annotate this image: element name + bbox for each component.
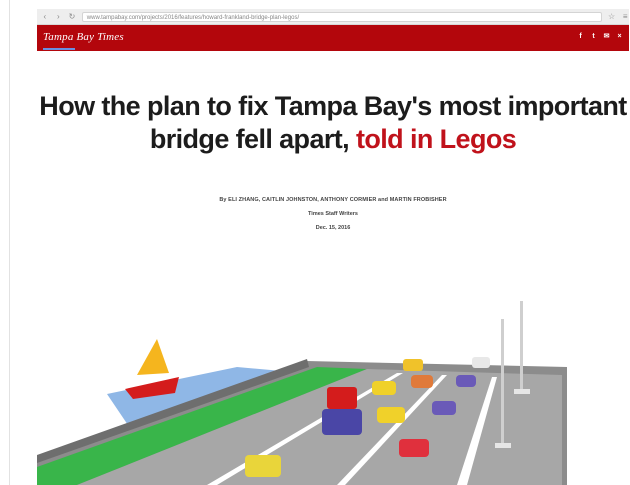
car: [456, 375, 476, 387]
browser-toolbar: ‹ › ↻ www.tampabay.com/projects/2016/fea…: [37, 9, 629, 25]
twitter-icon[interactable]: t: [590, 33, 597, 40]
car: [472, 357, 490, 368]
byline: By ELI ZHANG, CAITLIN JOHNSTON, ANTHONY …: [219, 197, 447, 203]
car: [432, 401, 456, 415]
author-role: Times Staff Writers: [308, 211, 358, 217]
lego-sailboat: [125, 339, 179, 399]
pole-base: [495, 443, 511, 448]
mail-icon[interactable]: ✉: [603, 33, 610, 40]
publish-date: Dec. 15, 2016: [315, 225, 351, 231]
forward-icon[interactable]: ›: [55, 12, 63, 22]
car: [327, 387, 357, 409]
light-pole: [520, 301, 523, 391]
menu-icon[interactable]: ≡: [621, 12, 629, 22]
car: [411, 375, 433, 388]
car: [377, 407, 405, 423]
boat-sail: [137, 339, 169, 375]
car: [399, 439, 429, 457]
facebook-icon[interactable]: f: [577, 33, 584, 40]
article-title-main: How the plan to fix Tampa Bay's most imp…: [39, 91, 627, 154]
light-pole: [501, 319, 504, 445]
browser-window: ‹ › ↻ www.tampabay.com/projects/2016/fea…: [37, 9, 629, 485]
car: [372, 381, 396, 395]
site-header: Tampa Bay Times f t ✉ ×: [37, 25, 629, 51]
page-divider: [9, 0, 10, 485]
article-title-accent: told in Legos: [355, 124, 517, 154]
car: [403, 359, 423, 371]
back-icon[interactable]: ‹: [41, 12, 49, 22]
car: [322, 409, 362, 435]
pole-base: [514, 389, 530, 394]
logo-underline: [43, 48, 75, 50]
lego-bridge-illustration: [37, 301, 567, 485]
article-title: How the plan to fix Tampa Bay's most imp…: [37, 90, 629, 156]
car: [245, 455, 281, 477]
close-icon[interactable]: ×: [616, 33, 623, 40]
social-share-bar: f t ✉ ×: [577, 33, 623, 40]
reload-icon[interactable]: ↻: [68, 12, 76, 22]
site-logo[interactable]: Tampa Bay Times: [43, 31, 124, 43]
address-bar[interactable]: www.tampabay.com/projects/2016/features/…: [81, 11, 602, 22]
bookmark-star-icon[interactable]: ☆: [608, 12, 616, 22]
